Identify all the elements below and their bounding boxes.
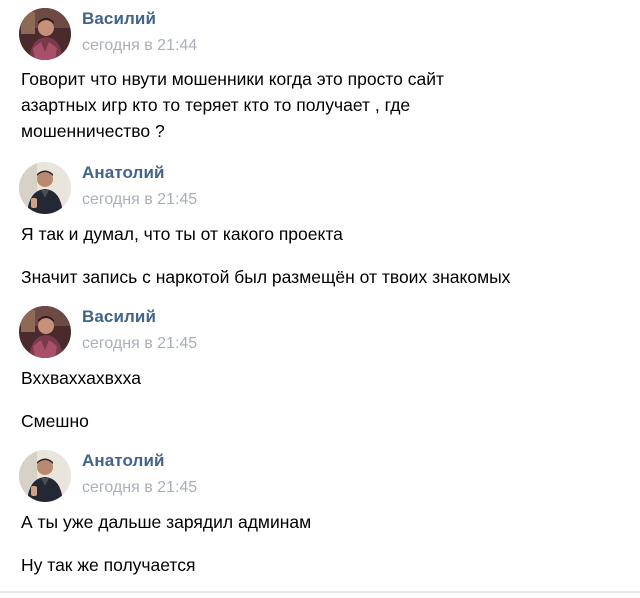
anatoly-avatar-image (19, 450, 71, 502)
message-timestamp[interactable]: сегодня в 21:45 (82, 479, 197, 497)
user-avatar[interactable] (19, 306, 71, 358)
user-avatar[interactable] (19, 8, 71, 60)
message-author[interactable]: Василий (82, 307, 156, 327)
message-timestamp[interactable]: сегодня в 21:44 (82, 37, 197, 55)
divider (0, 591, 640, 593)
message-text: Вххваххахвхха (21, 368, 141, 388)
message-author[interactable]: Анатолий (82, 163, 165, 183)
message-text: мошенничество ? (21, 121, 165, 141)
message-author[interactable]: Анатолий (82, 451, 165, 471)
message-timestamp[interactable]: сегодня в 21:45 (82, 335, 197, 353)
message-text: Ну так же получается (21, 555, 196, 575)
user-avatar[interactable] (19, 162, 71, 214)
message-text: Я так и думал, что ты от какого проекта (21, 224, 343, 244)
message-text: Значит запись с наркотой был размещён от… (21, 267, 511, 287)
message-author[interactable]: Василий (82, 9, 156, 29)
message-timestamp[interactable]: сегодня в 21:45 (82, 191, 197, 209)
message-text: Говорит что нвути мошенники когда это пр… (21, 69, 445, 89)
message-text: А ты уже дальше зарядил админам (21, 512, 312, 532)
message-text: Смешно (21, 411, 89, 431)
vasily-avatar-image (19, 306, 71, 358)
user-avatar[interactable] (19, 450, 71, 502)
anatoly-avatar-image (19, 162, 71, 214)
chat-history: Василий сегодня в 21:44 Говорит что нвут… (0, 0, 640, 598)
message-text: азартных игр кто то теряет кто то получа… (21, 95, 411, 115)
vasily-avatar-image (19, 8, 71, 60)
